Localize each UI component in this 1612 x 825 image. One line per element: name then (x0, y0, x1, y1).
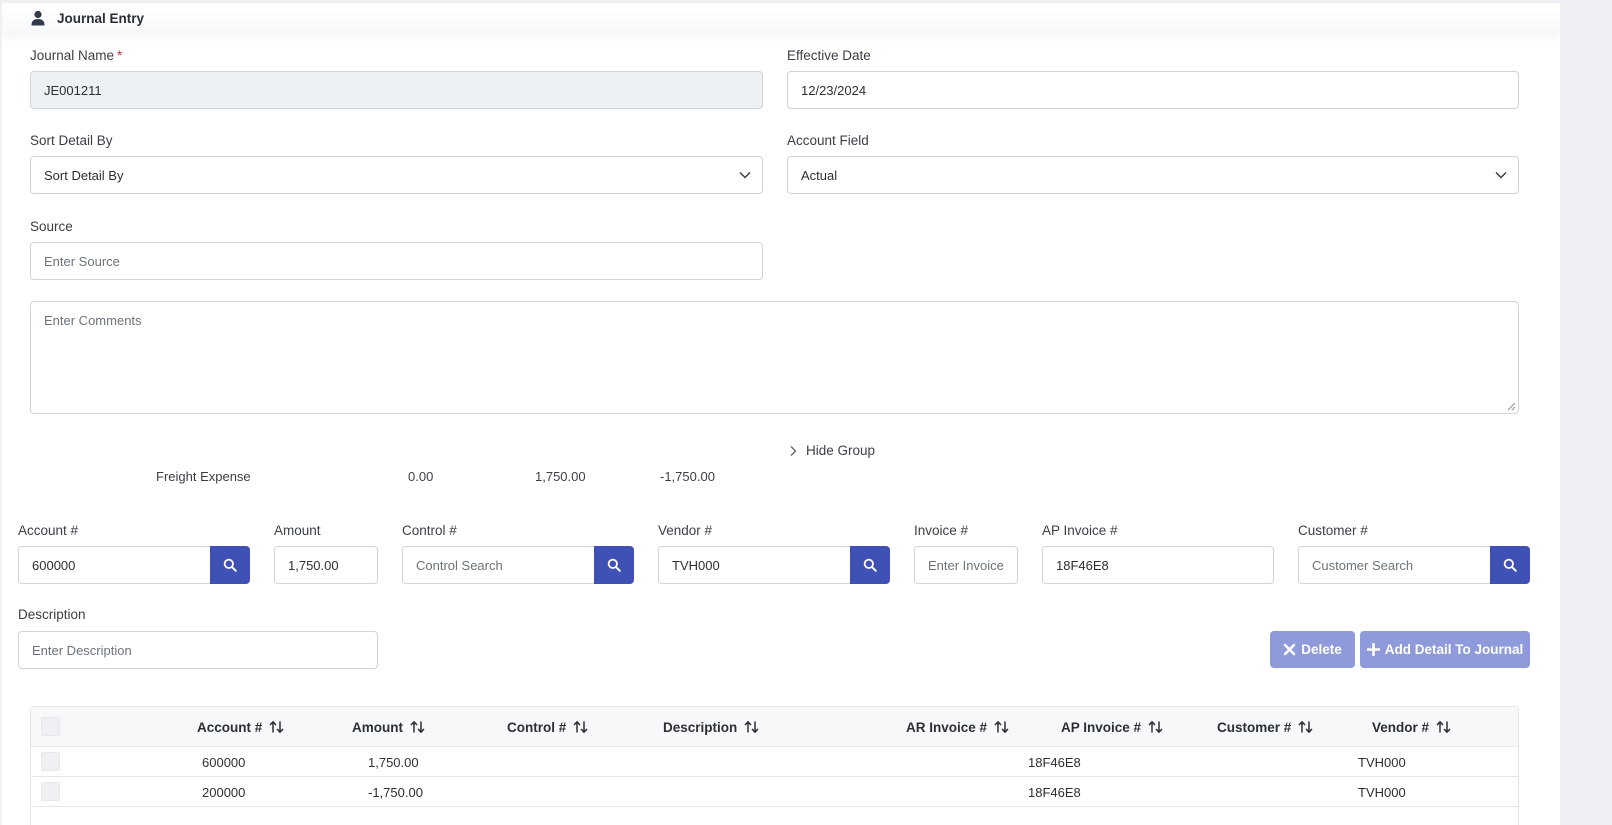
table-row[interactable]: 600000 1,750.00 18F46E8 TVH000 (31, 747, 1518, 777)
group-value-1: 0.00 (408, 469, 434, 484)
sort-detail-by-label: Sort Detail By (30, 133, 113, 148)
invoice-label: Invoice # (914, 523, 969, 538)
close-icon (1283, 643, 1296, 656)
page-scrollbar[interactable] (1560, 0, 1612, 825)
group-value-3: -1,750.00 (660, 469, 715, 484)
sort-icon (410, 720, 425, 734)
plus-icon (1366, 643, 1380, 656)
add-detail-button[interactable]: Add Detail To Journal (1360, 631, 1530, 668)
group-value-2: 1,750.00 (535, 469, 586, 484)
effective-date-label: Effective Date (787, 48, 871, 63)
account-label: Account # (18, 523, 79, 538)
cell-account: 600000 (202, 754, 246, 770)
customer-search-button[interactable] (1490, 546, 1530, 584)
control-search-button[interactable] (594, 546, 634, 584)
sort-icon (994, 720, 1009, 734)
chevron-down-icon (1495, 171, 1507, 179)
sort-icon (573, 720, 588, 734)
sort-icon (1436, 720, 1451, 734)
ap-invoice-input[interactable]: 18F46E8 (1042, 546, 1274, 584)
control-search-input[interactable]: Control Search (402, 546, 595, 584)
sort-icon (1298, 720, 1313, 734)
invoice-input[interactable]: Enter Invoice (914, 546, 1018, 584)
amount-input[interactable]: 1,750.00 (274, 546, 378, 584)
journal-entry-page: Journal Entry Journal Name * JE001211 Eff… (2, 3, 1560, 825)
sort-icon (1148, 720, 1163, 734)
vendor-label: Vendor # (658, 523, 713, 538)
customer-label: Customer # (1298, 523, 1368, 538)
search-icon (863, 558, 877, 572)
row-checkbox[interactable] (41, 752, 60, 771)
page-title: Journal Entry (57, 10, 145, 26)
select-all-checkbox[interactable] (41, 717, 60, 736)
account-search-button[interactable] (210, 546, 250, 584)
effective-date-field[interactable]: 12/23/2024 (787, 71, 1519, 109)
cell-amount: -1,750.00 (368, 784, 423, 800)
column-header-control[interactable]: Control # (507, 707, 588, 747)
required-mark: * (117, 48, 123, 63)
chevron-right-icon (790, 445, 797, 456)
column-header-vendor[interactable]: Vendor # (1372, 707, 1451, 747)
comments-textarea[interactable]: Enter Comments (30, 301, 1519, 414)
column-header-amount[interactable]: Amount (352, 707, 425, 747)
journal-detail-table: Account # Amount Control # Description A… (30, 706, 1519, 825)
source-input[interactable]: Enter Source (30, 242, 763, 280)
description-label: Description (18, 607, 86, 622)
hide-group-toggle[interactable]: Hide Group (788, 443, 875, 458)
search-icon (1503, 558, 1517, 572)
cell-vendor: TVH000 (1358, 754, 1406, 770)
cell-ap-invoice: 18F46E8 (1028, 784, 1081, 800)
journal-name-label: Journal Name * (30, 48, 123, 63)
group-name: Freight Expense (156, 469, 251, 484)
table-row[interactable]: 200000 -1,750.00 18F46E8 TVH000 (31, 777, 1518, 807)
amount-label: Amount (274, 523, 321, 538)
column-header-customer[interactable]: Customer # (1217, 707, 1313, 747)
resize-handle-icon[interactable] (1506, 401, 1516, 411)
column-header-ar-invoice[interactable]: AR Invoice # (906, 707, 1009, 747)
customer-search-input[interactable]: Customer Search (1298, 546, 1491, 584)
sort-icon (269, 720, 284, 734)
account-field-label: Account Field (787, 133, 869, 148)
control-label: Control # (402, 523, 457, 538)
delete-button[interactable]: Delete (1270, 631, 1355, 668)
cell-amount: 1,750.00 (368, 754, 419, 770)
journal-name-field[interactable]: JE001211 (30, 71, 763, 109)
row-checkbox[interactable] (41, 782, 60, 801)
column-header-ap-invoice[interactable]: AP Invoice # (1061, 707, 1163, 747)
source-label: Source (30, 219, 73, 234)
sort-detail-by-select[interactable]: Sort Detail By (30, 156, 763, 194)
account-input[interactable]: 600000 (18, 546, 211, 584)
sort-icon (744, 720, 759, 734)
description-input[interactable]: Enter Description (18, 631, 378, 669)
search-icon (607, 558, 621, 572)
column-header-description[interactable]: Description (663, 707, 759, 747)
search-icon (223, 558, 237, 572)
column-header-account[interactable]: Account # (197, 707, 284, 747)
user-icon (31, 10, 45, 26)
vendor-input[interactable]: TVH000 (658, 546, 851, 584)
ap-invoice-label: AP Invoice # (1042, 523, 1118, 538)
cell-ap-invoice: 18F46E8 (1028, 754, 1081, 770)
chevron-down-icon (739, 171, 751, 179)
table-header: Account # Amount Control # Description A… (31, 707, 1518, 747)
account-field-select[interactable]: Actual (787, 156, 1519, 194)
page-header: Journal Entry (2, 3, 1560, 33)
cell-account: 200000 (202, 784, 246, 800)
vendor-search-button[interactable] (850, 546, 890, 584)
cell-vendor: TVH000 (1358, 784, 1406, 800)
